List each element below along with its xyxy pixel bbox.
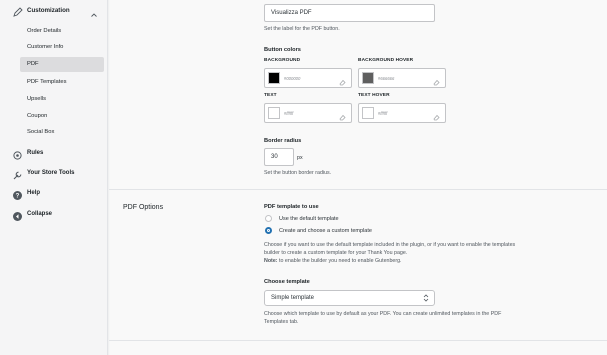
sidebar-item-your-store-tools[interactable]: Your Store Tools xyxy=(0,167,108,181)
radio-default-template[interactable] xyxy=(265,215,272,222)
clear-color-icon[interactable] xyxy=(432,74,441,86)
sidebar: Customization Order Details Customer Inf… xyxy=(0,0,108,355)
pdf-options-title: PDF Options xyxy=(123,204,164,211)
radio-custom-template[interactable] xyxy=(265,227,272,234)
text-color-label: TEXT xyxy=(264,93,277,98)
sidebar-item-social-box[interactable]: Social Box xyxy=(20,125,104,140)
sidebar-item-help[interactable]: ? Help xyxy=(0,187,108,201)
brush-icon xyxy=(12,5,24,17)
text-hover-color-label: TEXT HOVER xyxy=(358,93,390,98)
sidebar-item-collapse[interactable]: Collapse xyxy=(0,208,108,222)
sidebar-item-customer-info[interactable]: Customer Info xyxy=(20,40,104,55)
choose-template-help2: Templates tab. xyxy=(264,319,299,325)
radio-custom-template-label[interactable]: Create and choose a custom template xyxy=(279,228,372,234)
clear-color-icon[interactable] xyxy=(338,109,347,121)
border-radius-help: Set the button border radius. xyxy=(264,170,332,176)
sidebar-item-pdf[interactable]: PDF xyxy=(20,57,104,72)
text-hover-color-picker[interactable]: #ffffff xyxy=(358,103,446,123)
color-swatch[interactable] xyxy=(362,107,374,119)
help-icon: ? xyxy=(12,188,23,200)
sidebar-item-coupon[interactable]: Coupon xyxy=(20,109,104,124)
radio-default-template-label[interactable]: Use the default template xyxy=(279,216,339,222)
svg-text:?: ? xyxy=(16,194,20,200)
sidebar-section-customization[interactable]: Customization xyxy=(0,5,108,19)
background-color-picker[interactable]: #000000 xyxy=(264,68,352,88)
wrench-icon xyxy=(12,168,23,180)
border-radius-input[interactable]: 30 xyxy=(264,148,294,166)
text-color-picker[interactable]: #ffffff xyxy=(264,103,352,123)
sidebar-section-label: Customization xyxy=(27,7,70,14)
choose-template-help1: Choose which template to use by default … xyxy=(264,311,502,317)
color-hex-value: #ffffff xyxy=(284,111,294,116)
pdf-button-label-help: Set the label for the PDF button. xyxy=(264,26,340,32)
section-divider xyxy=(109,340,607,341)
main-panel: Visualizza PDF Set the label for the PDF… xyxy=(109,0,607,355)
pdf-template-label: PDF template to use xyxy=(264,204,319,210)
template-help-line2: builder to create a custom template for … xyxy=(264,250,408,256)
chevron-up-icon[interactable] xyxy=(90,6,98,17)
choose-template-label: Choose template xyxy=(264,279,310,285)
sidebar-item-upsells[interactable]: Upsells xyxy=(20,92,104,107)
color-swatch[interactable] xyxy=(268,72,280,84)
template-note: Note: to enable the builder you need to … xyxy=(264,258,402,264)
sidebar-item-rules[interactable]: Rules xyxy=(0,147,108,161)
background-hover-color-label: BACKGROUND HOVER xyxy=(358,58,414,63)
choose-template-select[interactable]: Simple template xyxy=(264,290,435,306)
border-radius-unit: px xyxy=(297,155,303,161)
pdf-button-label-input[interactable]: Visualizza PDF xyxy=(264,4,435,22)
sidebar-item-pdf-templates[interactable]: PDF Templates xyxy=(20,75,104,90)
collapse-icon xyxy=(12,209,23,221)
select-chevrons-icon xyxy=(423,294,429,302)
sidebar-item-order-details[interactable]: Order Details xyxy=(20,24,104,39)
section-divider xyxy=(109,189,607,190)
template-help-line1: Choose if you want to use the default te… xyxy=(264,242,516,248)
color-swatch[interactable] xyxy=(362,72,374,84)
gear-icon xyxy=(12,148,23,160)
color-hex-value: #000000 xyxy=(284,76,301,81)
color-hex-value: #ffffff xyxy=(378,111,388,116)
border-radius-title: Border radius xyxy=(264,138,302,144)
background-color-label: BACKGROUND xyxy=(264,58,301,63)
color-swatch[interactable] xyxy=(268,107,280,119)
color-hex-value: #666666 xyxy=(378,76,395,81)
background-hover-color-picker[interactable]: #666666 xyxy=(358,68,446,88)
clear-color-icon[interactable] xyxy=(338,74,347,86)
clear-color-icon[interactable] xyxy=(432,109,441,121)
button-colors-title: Button colors xyxy=(264,47,301,53)
